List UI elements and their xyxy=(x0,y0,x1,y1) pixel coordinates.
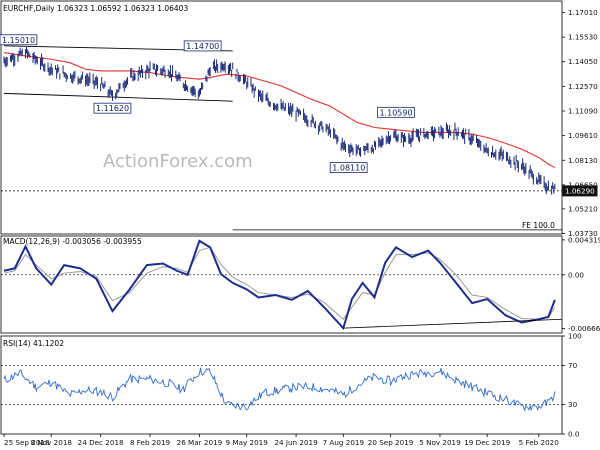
price-tick-label: 1.11090 xyxy=(568,107,598,116)
forex-chart: EURCHF,Daily 1.06323 1.06592 1.06323 1.0… xyxy=(0,0,600,447)
price-tick-label: 1.12570 xyxy=(568,82,598,91)
macd-header: MACD(12,26,9) -0.003056 -0.003955 xyxy=(3,237,142,246)
moving-average-line xyxy=(3,52,556,168)
price-tick-label: 1.09610 xyxy=(568,131,598,140)
macd-tick-label: 0.004319 xyxy=(568,235,600,244)
price-tick-label: 1.08130 xyxy=(568,156,598,165)
macd-trend-line xyxy=(343,318,563,329)
macd-tick-label: 0.00 xyxy=(568,270,584,279)
rsi-tick-label: 70 xyxy=(568,361,578,370)
price-panel-frame xyxy=(0,0,563,235)
annotation-label: 1.14700 xyxy=(186,42,219,51)
x-tick-label: 5 Feb 2020 xyxy=(519,438,560,447)
price-tick-label: 1.14050 xyxy=(568,57,598,66)
x-tick-label: 24 Jun 2019 xyxy=(274,438,318,447)
x-tick-label: 9 May 2019 xyxy=(226,438,269,447)
annotation-label: 1.08110 xyxy=(332,164,365,173)
rsi-line xyxy=(3,367,556,412)
x-tick-label: 8 Feb 2019 xyxy=(130,438,171,447)
fe-label: FE 100.0 xyxy=(522,221,555,230)
x-tick-label: 24 Dec 2018 xyxy=(78,438,124,447)
rsi-header: RSI(14) 41.1202 xyxy=(3,339,64,348)
current-price-label: 1.06290 xyxy=(565,186,595,195)
price-tick-label: 1.17010 xyxy=(568,8,598,17)
price-tick-label: 1.15530 xyxy=(568,33,598,42)
macd-signal-line xyxy=(3,246,556,321)
annotation-label: 1.10590 xyxy=(379,108,412,117)
price-header: EURCHF,Daily 1.06323 1.06592 1.06323 1.0… xyxy=(3,4,188,13)
x-tick-label: 7 Aug 2019 xyxy=(323,438,365,447)
price-tick-label: 1.05210 xyxy=(568,204,598,213)
macd-panel-frame xyxy=(0,235,563,334)
rsi-tick-label: 0.0 xyxy=(568,430,580,439)
x-tick-label: 8 Nov 2018 xyxy=(31,438,73,447)
annotation-label: 1.15010 xyxy=(2,36,35,45)
x-tick-label: 19 Dec 2019 xyxy=(464,438,510,447)
rsi-tick-label: 30 xyxy=(568,400,578,409)
x-tick-label: 26 Mar 2019 xyxy=(177,438,223,447)
rsi-panel-frame xyxy=(0,335,563,435)
rsi-tick-label: 100 xyxy=(568,332,582,341)
annotation-label: 1.11620 xyxy=(96,104,129,113)
watermark: ActionForex.com xyxy=(103,151,253,172)
x-tick-label: 20 Sep 2019 xyxy=(368,438,414,447)
macd-line xyxy=(3,239,556,331)
x-tick-label: 5 Nov 2019 xyxy=(419,438,461,447)
